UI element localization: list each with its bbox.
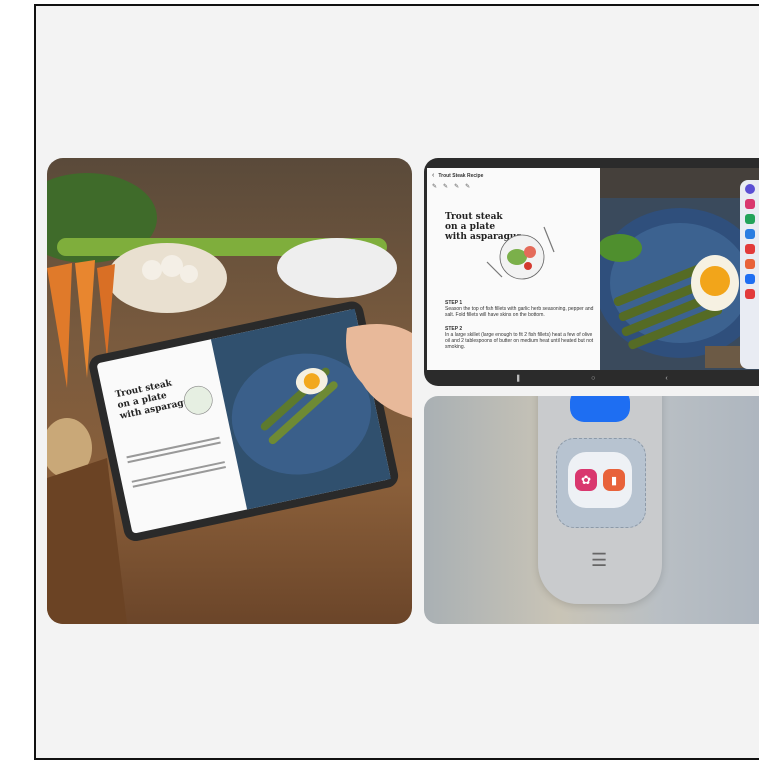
pen-icon[interactable]: ✎ — [465, 183, 470, 190]
app-shortcut-icon[interactable] — [744, 184, 755, 194]
notes-title-bar: ‹ Trout Steak Recipe — [427, 168, 600, 183]
step-text: In a large skillet (large enough to fit … — [445, 332, 594, 350]
app-pair-icon[interactable]: ✿ ▮ — [568, 452, 632, 508]
pen-icon[interactable]: ✎ — [432, 183, 437, 190]
back-icon[interactable]: ‹ — [665, 375, 667, 382]
handwritten-line: Trout steak — [445, 212, 503, 222]
app-shortcut-icon[interactable] — [744, 214, 755, 224]
navigation-bar: ❚ ○ ‹ — [424, 370, 759, 386]
food-photo-pane — [600, 168, 759, 370]
app-shortcut-icon[interactable] — [744, 274, 755, 284]
home-icon[interactable]: ○ — [591, 375, 595, 382]
flower-app-icon: ✿ — [575, 469, 597, 491]
app-shortcut-icon[interactable] — [744, 244, 755, 254]
pen-icon[interactable]: ✎ — [454, 183, 459, 190]
app-pair-dock-closeup: ✿ ▮ ☰ — [424, 396, 759, 624]
app-shortcut-icon[interactable] — [744, 259, 755, 269]
tablet-lifestyle-photo: Trout steak on a plate with asparagus — [47, 158, 412, 624]
video-call-icon[interactable] — [570, 396, 630, 422]
pen-toolbar: ✎ ✎ ✎ ✎ — [427, 183, 600, 194]
pen-icon[interactable]: ✎ — [443, 183, 448, 190]
split-screen-tablet: ‹ Trout Steak Recipe ✎ ✎ ✎ ✎ Trout steak… — [424, 158, 759, 386]
step-text: Season the top of fish fillets with garl… — [445, 306, 594, 318]
menu-icon[interactable]: ☰ — [591, 550, 607, 571]
app-shortcut-icon[interactable] — [744, 229, 755, 239]
edge-app-panel — [740, 180, 759, 369]
app-shortcut-icon[interactable] — [744, 199, 755, 209]
recipe-steps: STEP 1 Season the top of fish fillets wi… — [445, 300, 595, 350]
plate-sketch — [486, 226, 555, 280]
notes-app-icon: ▮ — [603, 469, 625, 491]
app-shortcut-icon[interactable] — [744, 289, 755, 299]
back-arrow-icon[interactable]: ‹ — [432, 172, 434, 179]
recents-icon[interactable]: ❚ — [515, 374, 521, 382]
kitchen-scene: Trout steak on a plate with asparagus — [47, 173, 412, 624]
note-title: Trout Steak Recipe — [438, 172, 484, 179]
notes-app-pane: ‹ Trout Steak Recipe ✎ ✎ ✎ ✎ Trout steak… — [427, 168, 600, 370]
